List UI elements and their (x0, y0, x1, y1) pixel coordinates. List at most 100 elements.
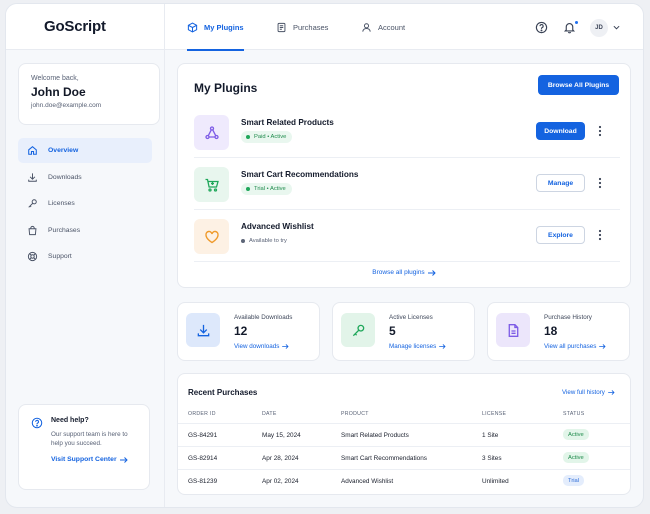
top-navigation: GoScript My Plugins Purchases Account JD (6, 4, 643, 51)
chevron-down-icon[interactable] (613, 25, 620, 30)
receipt-icon (277, 22, 286, 32)
arrow-right-icon (439, 344, 446, 349)
app-logo[interactable]: GoScript (44, 18, 106, 35)
sidebar-item-licenses[interactable]: Licenses (18, 191, 152, 216)
stat-icon (186, 313, 220, 347)
status-text: Available to try (249, 238, 287, 244)
network-icon (204, 125, 219, 139)
view-downloads-link[interactable]: View downloads (234, 343, 289, 350)
plugin-name: Smart Cart Recommendations (241, 170, 359, 179)
browse-all-plugins-link[interactable]: Browse all plugins (178, 269, 630, 276)
sidebar-item-label: Downloads (48, 173, 82, 181)
order-date: Apr 02, 2024 (262, 478, 299, 485)
order-date: Apr 28, 2024 (262, 455, 299, 462)
plugin-thumbnail (194, 115, 229, 150)
manage-button[interactable]: Manage (536, 174, 585, 192)
stat-icon (496, 313, 530, 347)
help-text: Our support team is here to help you suc… (51, 431, 128, 448)
status-badge: Trial (563, 475, 585, 486)
status-badge: Paid • Active (241, 131, 293, 143)
help-title: Need help? (51, 417, 89, 424)
sidebar-item-label: Overview (48, 147, 79, 154)
status-badge: Active (563, 429, 589, 440)
stat-icon (341, 313, 375, 347)
cart-icon (205, 178, 219, 192)
stat-card-licenses: Active Licenses 5 Manage licenses (332, 302, 475, 361)
view-full-history-link[interactable]: View full history (562, 389, 615, 396)
arrow-right-icon (599, 344, 606, 349)
order-id: GS-84291 (188, 432, 218, 439)
manage-licenses-link[interactable]: Manage licenses (389, 343, 446, 350)
status-dot (246, 187, 250, 191)
my-plugins-card: My Plugins Browse All Plugins Smart Rela… (177, 63, 631, 288)
plugin-row: Smart Cart Recommendations Trial • Activ… (194, 158, 620, 210)
plugin-thumbnail (194, 219, 229, 254)
key-icon (352, 324, 364, 336)
tab-label: My Plugins (204, 22, 244, 32)
help-icon[interactable] (535, 21, 548, 34)
tab-account[interactable]: Account (361, 4, 405, 50)
welcome-card: Welcome back, John Doe john.doe@example.… (18, 63, 160, 125)
order-product: Smart Cart Recommendations (341, 455, 427, 462)
sidebar-nav: Overview Downloads Licenses Purchases Su… (18, 138, 152, 271)
order-product: Advanced Wishlist (341, 478, 394, 485)
explore-button[interactable]: Explore (536, 226, 585, 244)
table-row[interactable]: GS-81239 Apr 02, 2024 Advanced Wishlist … (178, 469, 630, 492)
column-header-status: STATUS (563, 411, 585, 417)
question-icon (31, 417, 43, 429)
table-row[interactable]: GS-82914 Apr 28, 2024 Smart Cart Recomme… (178, 446, 630, 469)
order-id: GS-82914 (188, 455, 218, 462)
app-window: GoScript My Plugins Purchases Account JD… (5, 3, 644, 508)
sidebar-item-overview[interactable]: Overview (18, 138, 152, 163)
nav-divider (164, 4, 165, 50)
browse-link-label: Browse all plugins (372, 269, 425, 276)
bag-icon (28, 225, 37, 235)
column-header-date: DATE (262, 411, 277, 417)
welcome-greeting: Welcome back, (31, 75, 79, 82)
view-all-purchases-link[interactable]: View all purchases (544, 343, 606, 350)
download-icon (197, 324, 209, 336)
sidebar-item-label: Purchases (48, 226, 81, 234)
status-badge: Available to try (241, 235, 293, 247)
status-text: Paid • Active (254, 134, 287, 140)
sidebar-divider (164, 50, 165, 507)
key-icon (28, 199, 37, 208)
notification-dot (574, 20, 579, 25)
download-button[interactable]: Download (536, 122, 585, 140)
user-name: John Doe (31, 85, 86, 99)
stat-link-label: View all purchases (544, 343, 597, 350)
sidebar-item-support[interactable]: Support (18, 244, 152, 269)
history-link-label: View full history (562, 389, 605, 396)
status-badge: Active (563, 452, 589, 463)
stat-value: 5 (389, 324, 396, 338)
tab-label: Account (378, 22, 406, 32)
more-options-icon[interactable] (598, 177, 602, 189)
tab-my-plugins[interactable]: My Plugins (187, 4, 244, 51)
more-options-icon[interactable] (598, 125, 602, 137)
more-options-icon[interactable] (598, 229, 602, 241)
sidebar-item-label: Support (48, 253, 72, 260)
stat-label: Available Downloads (234, 314, 293, 321)
table-row[interactable]: GS-84291 May 15, 2024 Smart Related Prod… (178, 423, 630, 446)
order-id: GS-81239 (188, 478, 218, 485)
avatar[interactable]: JD (590, 19, 608, 37)
plugin-name: Advanced Wishlist (241, 222, 314, 231)
tab-purchases[interactable]: Purchases (276, 4, 328, 50)
browse-all-plugins-button[interactable]: Browse All Plugins (538, 75, 619, 95)
sidebar-item-purchases[interactable]: Purchases (18, 218, 152, 243)
stat-label: Purchase History (544, 314, 592, 321)
status-dot (241, 239, 245, 243)
stat-value: 12 (234, 324, 248, 338)
order-date: May 15, 2024 (262, 432, 301, 439)
plugin-thumbnail (194, 167, 229, 202)
column-header-order-id: ORDER ID (188, 411, 216, 417)
arrow-right-icon (119, 456, 128, 463)
stat-label: Active Licenses (389, 314, 433, 321)
document-icon (508, 323, 518, 337)
sidebar-item-label: Licenses (48, 200, 75, 207)
stat-value: 18 (544, 324, 558, 338)
status-dot (246, 135, 250, 139)
user-email: john.doe@example.com (31, 102, 102, 109)
sidebar-item-downloads[interactable]: Downloads (18, 165, 152, 190)
visit-support-link[interactable]: Visit Support Center (51, 456, 137, 463)
